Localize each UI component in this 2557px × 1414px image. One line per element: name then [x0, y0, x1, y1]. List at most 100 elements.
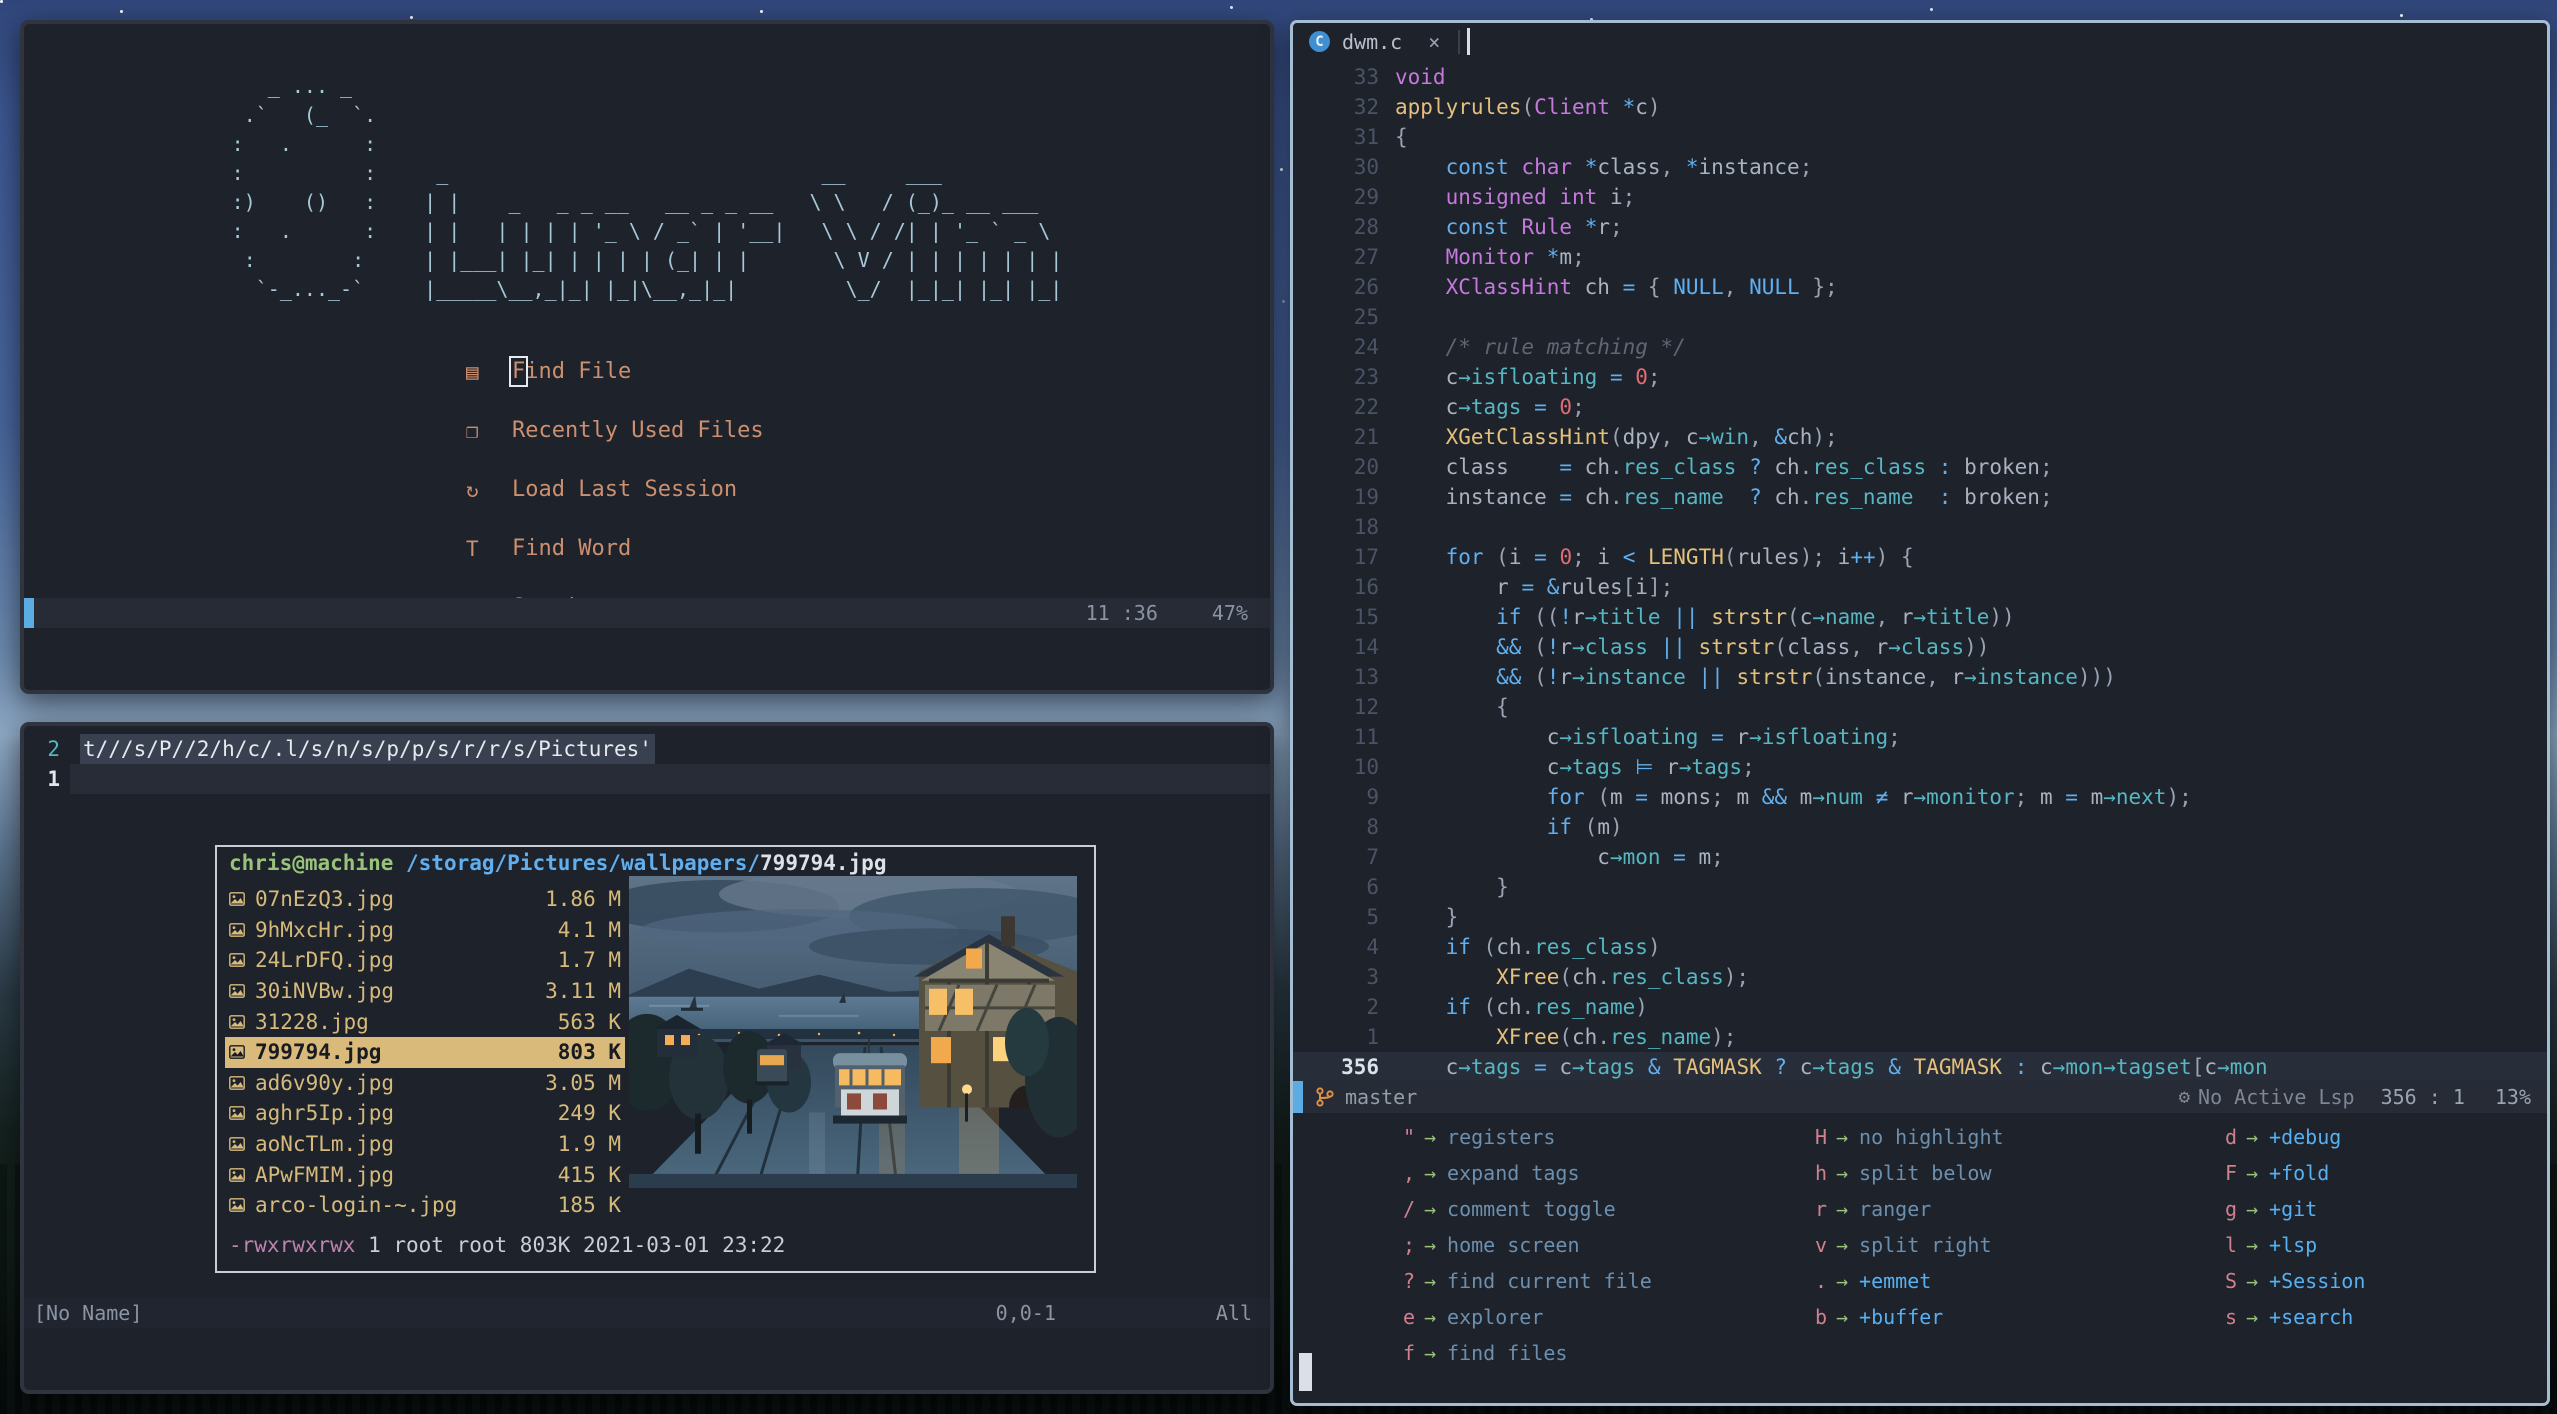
statusline-accent — [24, 598, 34, 628]
code-line: 16 r = &rules[i]; — [1293, 572, 2547, 602]
binding-label: comment toggle — [1447, 1197, 1616, 1221]
line-number: 29 — [1353, 185, 1379, 209]
code-line: 25 — [1293, 302, 2547, 332]
whichkey-column-1: " → registers, → expand tags / → comment toggle… — [1389, 1119, 1652, 1371]
whichkey-binding[interactable]: f → find files — [1389, 1335, 1652, 1371]
code-line: 29 unsigned int i; — [1293, 182, 2547, 212]
whichkey-binding[interactable]: " → registers — [1389, 1119, 1652, 1155]
arrow-icon: → — [1424, 1125, 1437, 1149]
code-line: 11 c→isfloating = r→isfloating; — [1293, 722, 2547, 752]
file-row[interactable]: 30iNVBw.jpg 3.11 M — [225, 976, 625, 1007]
file-name: 07nEzQ3.jpg — [255, 887, 395, 912]
file-row[interactable]: 24LrDFQ.jpg 1.7 M — [225, 945, 625, 976]
whichkey-binding[interactable]: , → expand tags — [1389, 1155, 1652, 1191]
code-line: 14 && (!r→class || strstr(class, r→class… — [1293, 632, 2547, 662]
file-size: 1.9 M — [557, 1132, 621, 1157]
statusline-percent: 47% — [1211, 601, 1248, 625]
dashboard-cursor: F — [508, 356, 529, 387]
file-info-line: -rwxrwxrwx 1 root root 803K 2021-03-01 2… — [229, 1233, 785, 1257]
file-manager-popup[interactable]: chris@machine /storag/Pictures/wallpaper… — [215, 845, 1096, 1273]
line-number: 11 — [1353, 725, 1379, 749]
code-area[interactable]: 33 void 32 applyrules(Client *c) 31{30 const… — [1293, 62, 2547, 1082]
whichkey-binding[interactable]: / → comment toggle — [1389, 1191, 1652, 1227]
line-number: 32 — [1353, 95, 1379, 119]
code-text: c→isfloating = r→isfloating; — [1395, 725, 1901, 749]
line-number: 21 — [1353, 425, 1379, 449]
arrow-icon: → — [1836, 1269, 1849, 1293]
whichkey-binding[interactable]: g → +git — [2211, 1191, 2365, 1227]
whichkey-binding[interactable]: v → split right — [1801, 1227, 2004, 1263]
code-text: /* rule matching */ — [1445, 335, 1686, 359]
line-number: 1 — [1366, 1025, 1379, 1049]
file-meta: 1 root root 803K 2021-03-01 23:22 — [355, 1233, 786, 1257]
tab-dwm-c[interactable]: C dwm.c × — [1293, 23, 1458, 60]
file-row[interactable]: aoNcTLm.jpg 1.9 M — [225, 1129, 625, 1160]
image-file-icon — [229, 1071, 255, 1095]
file-row[interactable]: arco-login-~.jpg 185 K — [225, 1190, 625, 1221]
whichkey-binding[interactable]: r → ranger — [1801, 1191, 2004, 1227]
current-path: /storag/Pictures/wallpapers/ — [393, 851, 761, 875]
whichkey-column-3: d → +debug F → +fold g → +git l → +lsp S → +Session s → +… — [2211, 1119, 2365, 1335]
whichkey-binding[interactable]: l → +lsp — [2211, 1227, 2365, 1263]
file-row[interactable]: ad6v90y.jpg 3.05 M — [225, 1068, 625, 1099]
whichkey-binding[interactable]: . → +emmet — [1801, 1263, 2004, 1299]
file-row[interactable]: 799794.jpg 803 K — [225, 1036, 625, 1068]
file-permissions: -rwxrwxrwx — [229, 1233, 356, 1257]
code-text: for (i = 0; i < LENGTH(rules); i++) { — [1445, 545, 1914, 569]
code-text: } — [1445, 905, 1459, 929]
arrow-icon: → — [1836, 1197, 1849, 1221]
binding-key: F — [2224, 1161, 2237, 1185]
file-size: 803 K — [557, 1040, 621, 1065]
whichkey-column-2: H → no highlight h → split below r → ranger v → spl… — [1801, 1119, 2004, 1335]
file-icon: ▤ — [466, 359, 479, 384]
c-language-icon: C — [1309, 31, 1330, 52]
menu-item-load-last-session[interactable]: ↻ Load Last Session — [466, 460, 1270, 519]
file-row[interactable]: APwFMIM.jpg 415 K — [225, 1159, 625, 1190]
buffer-name: [No Name] — [34, 1301, 143, 1325]
scroll-indicator: All — [1215, 1301, 1252, 1325]
file-size: 563 K — [557, 1009, 621, 1034]
window-scratch[interactable]: 2 t///s/P//2/h/c/.l/s/n/s/p/p/s/r/r/s/Pi… — [20, 722, 1274, 1394]
whichkey-binding[interactable]: h → split below — [1801, 1155, 2004, 1191]
file-row[interactable]: 07nEzQ3.jpg 1.86 M — [225, 884, 625, 915]
buffer-line-2: 2 t///s/P//2/h/c/.l/s/n/s/p/p/s/r/r/s/Pi… — [24, 734, 1270, 764]
line-number: 23 — [1353, 365, 1379, 389]
whichkey-binding[interactable]: H → no highlight — [1801, 1119, 2004, 1155]
whichkey-binding[interactable]: d → +debug — [2211, 1119, 2365, 1155]
file-row[interactable]: 9hMxcHr.jpg 4.1 M — [225, 915, 625, 946]
menu-item-find-file[interactable]: ▤ Find File — [466, 342, 1270, 401]
code-line: 13 && (!r→instance || strstr(instance, r… — [1293, 662, 2547, 692]
code-line: 18 — [1293, 512, 2547, 542]
binding-key: ? — [1402, 1269, 1415, 1293]
whichkey-binding[interactable]: b → +buffer — [1801, 1299, 2004, 1335]
menu-item-recently-used-files[interactable]: ❐ Recently Used Files — [466, 401, 1270, 460]
whichkey-binding[interactable]: F → +fold — [2211, 1155, 2365, 1191]
file-size: 4.1 M — [557, 917, 621, 942]
file-row[interactable]: 31228.jpg 563 K — [225, 1006, 625, 1037]
image-file-icon — [229, 1040, 255, 1064]
code-line: 22 c→tags = 0; — [1293, 392, 2547, 422]
binding-label: +Session — [2269, 1269, 2366, 1293]
whichkey-binding[interactable]: s → +search — [2211, 1299, 2365, 1335]
whichkey-binding[interactable]: ; → home screen — [1389, 1227, 1652, 1263]
arrow-icon: → — [2246, 1233, 2259, 1257]
tabline: C dwm.c × — [1293, 23, 2547, 60]
code-text: c→tags = c→tags & TAGMASK ? c→tags & TAG… — [1395, 1055, 2268, 1079]
scroll-percent: 13% — [2494, 1085, 2531, 1109]
whichkey-binding[interactable]: ? → find current file — [1389, 1263, 1652, 1299]
window-editor[interactable]: C dwm.c × 33 void 32 applyrules(Client *c) 3… — [1290, 20, 2550, 1406]
file-row[interactable]: aghr5Ip.jpg 249 K — [225, 1098, 625, 1129]
arrow-icon: → — [1836, 1305, 1849, 1329]
whichkey-binding[interactable]: S → +Session — [2211, 1263, 2365, 1299]
close-icon[interactable]: × — [1428, 30, 1440, 54]
menu-item-label: Recently Used Files — [512, 418, 764, 443]
binding-label: expand tags — [1447, 1161, 1580, 1185]
window-dashboard[interactable]: _ ... _ .` (_ `. : . : : : :) () : : . :… — [20, 20, 1274, 694]
code-text: XFree(ch.res_class); — [1496, 965, 1750, 989]
cable-car-far — [755, 1049, 789, 1086]
code-text: { — [1496, 695, 1509, 719]
menu-item-find-word[interactable]: T Find Word — [466, 519, 1270, 578]
whichkey-binding[interactable]: e → explorer — [1389, 1299, 1652, 1335]
line-number: 26 — [1353, 275, 1379, 299]
cursor-position: 0,0-1 — [995, 1301, 1056, 1325]
